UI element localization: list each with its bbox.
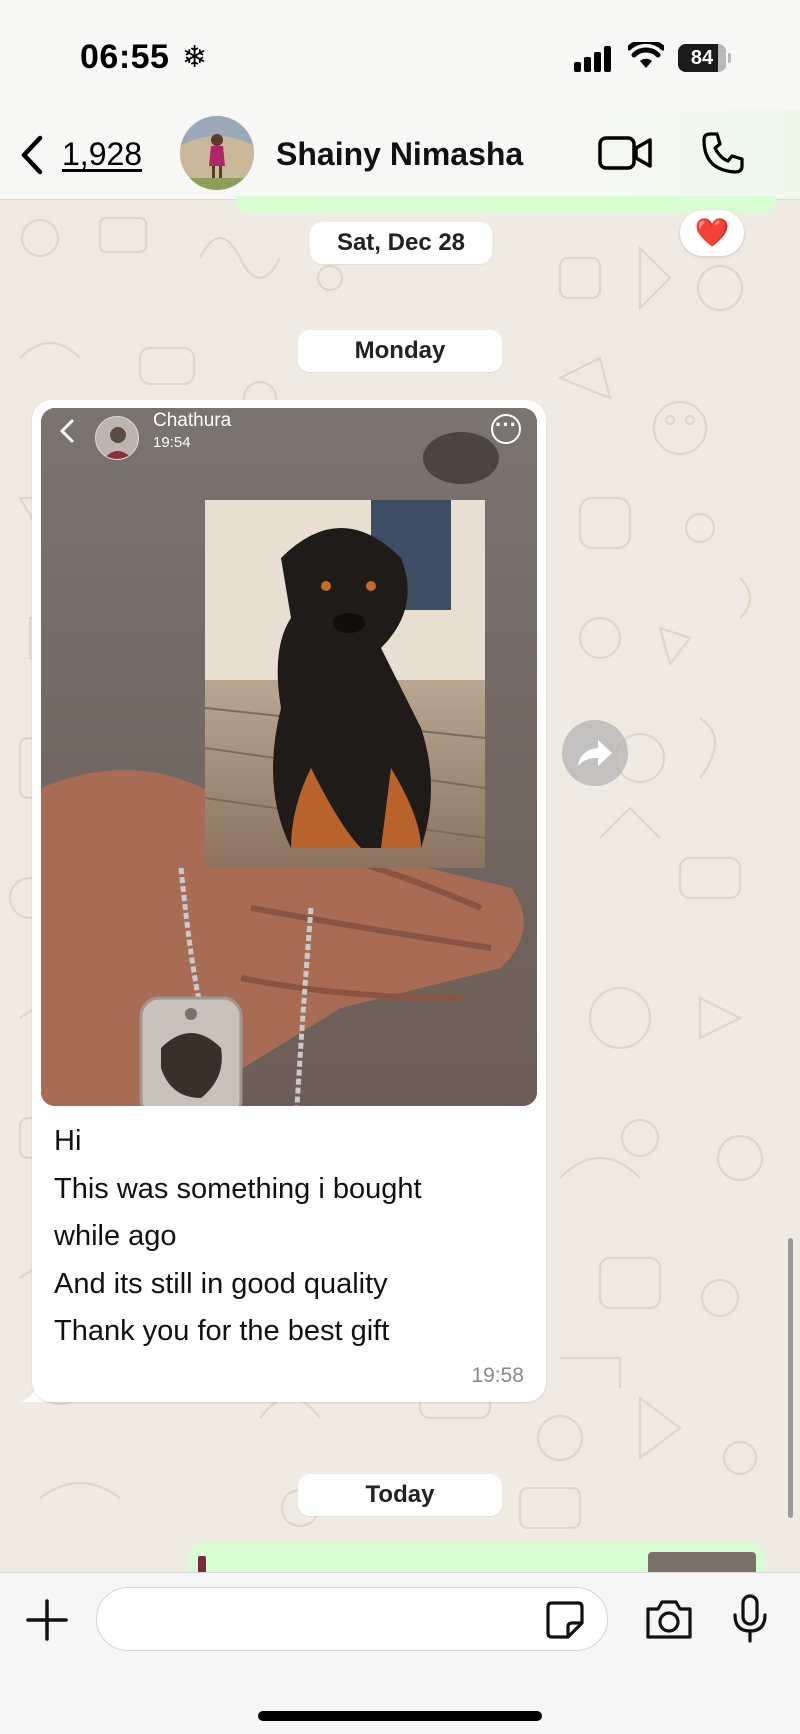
message-line: while ago <box>54 1220 177 1252</box>
status-time: 06:55 <box>80 38 170 76</box>
focus-snowflake-icon: ❄ <box>182 41 208 74</box>
contact-avatar[interactable] <box>180 116 254 190</box>
home-indicator[interactable] <box>258 1711 542 1721</box>
message-line: This was something i bought <box>54 1172 422 1205</box>
status-bar: 06:55 ❄ 84 <box>0 0 800 110</box>
sticker-icon[interactable] <box>544 1599 586 1641</box>
contact-name[interactable]: Shainy Nimasha <box>276 136 523 173</box>
chat-header: 1,928 Shainy Nimasha <box>0 110 800 200</box>
story-back-chevron-icon <box>59 419 74 443</box>
forward-button[interactable] <box>562 720 628 786</box>
phone-icon[interactable] <box>700 130 746 176</box>
forward-icon <box>578 740 612 766</box>
story-more-options-icon: ··· <box>491 414 521 444</box>
heart-reaction[interactable]: ❤️ <box>680 210 744 256</box>
incoming-message-bubble[interactable]: Chathura 19:54 ··· Hi This was something… <box>32 400 546 1402</box>
story-reply-image[interactable]: Chathura 19:54 ··· <box>41 408 537 1106</box>
message-input[interactable] <box>96 1587 608 1651</box>
wifi-icon <box>628 42 664 68</box>
battery-percent: 84 <box>690 47 714 69</box>
date-pill-today: Today <box>298 1474 502 1516</box>
date-pill-monday: Monday <box>298 330 502 372</box>
camera-icon[interactable] <box>644 1597 694 1641</box>
signal-icon <box>574 46 611 72</box>
message-input-bar <box>0 1572 800 1734</box>
date-pill-sat-dec-28: Sat, Dec 28 <box>310 222 492 264</box>
video-call-icon[interactable] <box>598 134 652 172</box>
story-author-avatar <box>95 416 139 460</box>
scrollbar[interactable] <box>788 1238 793 1518</box>
message-timestamp: 19:58 <box>471 1364 524 1387</box>
message-line: Thank you for the best gift <box>54 1315 390 1347</box>
back-chevron-icon[interactable] <box>18 134 46 176</box>
story-author-name: Chathura <box>153 410 232 431</box>
story-time: 19:54 <box>153 434 191 451</box>
unread-count-back-link[interactable]: 1,928 <box>62 136 142 173</box>
message-text: Hi This was something i bought while ago… <box>54 1118 524 1356</box>
message-line: And its still in good quality <box>54 1267 388 1300</box>
battery-icon: 84 <box>678 44 731 72</box>
message-line: Hi <box>54 1125 82 1157</box>
plus-icon[interactable] <box>24 1597 70 1643</box>
microphone-icon[interactable] <box>730 1593 770 1645</box>
